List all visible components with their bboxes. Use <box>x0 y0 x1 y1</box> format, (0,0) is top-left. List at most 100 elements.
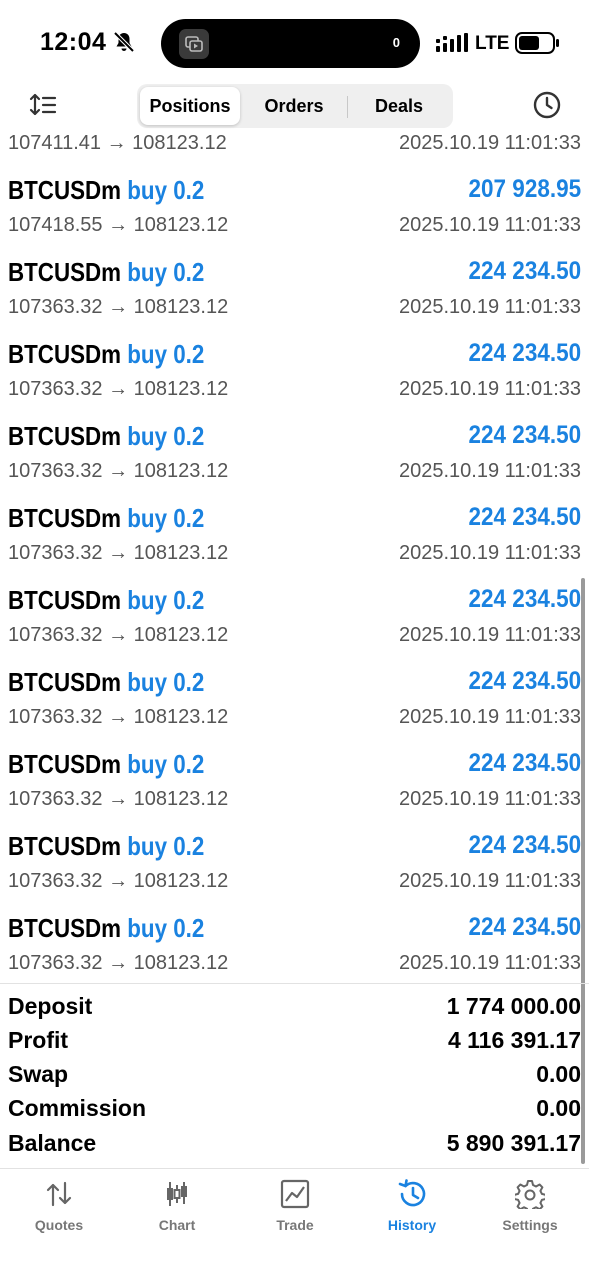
summary-row-commission: Commission 0.00 <box>0 1090 589 1124</box>
deal-title: BTCUSDm buy 0.2 <box>8 257 204 288</box>
island-count: 0 <box>392 35 400 50</box>
deal-symbol: BTCUSDm <box>8 667 122 697</box>
summary-row-balance: Balance 5 890 391.17 <box>0 1125 589 1159</box>
deal-direction: buy 0.2 <box>127 175 205 205</box>
quotes-icon <box>46 1181 72 1207</box>
list-item[interactable]: BTCUSDm buy 0.2 224 234.50 107363.32 → 1… <box>0 214 589 318</box>
summary-label: Profit <box>8 1027 69 1053</box>
summary-label: Balance <box>8 1130 97 1156</box>
deal-direction: buy 0.2 <box>127 667 205 697</box>
deal-symbol: BTCUSDm <box>8 831 122 861</box>
clock-icon[interactable] <box>532 90 562 120</box>
deal-title: BTCUSDm buy 0.2 <box>8 749 204 780</box>
deal-profit: 224 234.50 <box>468 585 581 613</box>
nav-item-history[interactable]: History <box>353 1169 471 1249</box>
deal-direction: buy 0.2 <box>127 339 205 369</box>
deal-title: BTCUSDm buy 0.2 <box>8 831 204 862</box>
battery-icon <box>515 32 559 54</box>
deal-title: BTCUSDm buy 0.2 <box>8 667 204 698</box>
nav-item-trade[interactable]: Trade <box>236 1169 354 1249</box>
deal-prices: 107363.32 → 108123.12 <box>8 952 229 974</box>
settings-icon <box>515 1180 545 1209</box>
deal-profit: 224 234.50 <box>468 339 581 367</box>
nav-item-settings[interactable]: Settings <box>471 1169 589 1249</box>
list-item[interactable]: BTCUSDm buy 0.2 224 234.50 107363.32 → 1… <box>0 870 589 974</box>
history-toolbar: Positions Orders Deals <box>0 78 589 132</box>
status-time: 12:04 <box>40 28 107 56</box>
deal-direction: buy 0.2 <box>127 913 205 943</box>
summary-value: 4 116 391.17 <box>447 1027 581 1053</box>
deal-symbol: BTCUSDm <box>8 257 122 287</box>
deal-title: BTCUSDm buy 0.2 <box>8 339 204 370</box>
trade-icon <box>280 1179 310 1209</box>
deal-title: BTCUSDm buy 0.2 <box>8 503 204 534</box>
list-item[interactable]: BTCUSDm buy 0.2 224 234.50 107363.32 → 1… <box>0 296 589 400</box>
deal-direction: buy 0.2 <box>127 585 205 615</box>
deal-symbol: BTCUSDm <box>8 421 122 451</box>
deal-direction: buy 0.2 <box>127 749 205 779</box>
nav-item-quotes[interactable]: Quotes <box>0 1169 118 1249</box>
deal-profit: 224 234.50 <box>468 667 581 695</box>
nav-label: History <box>387 1217 437 1233</box>
list-item[interactable]: BTCUSDm buy 0.2 224 234.50 107363.32 → 1… <box>0 624 589 728</box>
screen-mirror-icon <box>179 29 209 59</box>
deal-symbol: BTCUSDm <box>8 339 122 369</box>
list-item[interactable]: BTCUSDm buy 0.2 224 234.50 107363.32 → 1… <box>0 378 589 482</box>
summary-row-deposit: Deposit 1 774 000.00 <box>0 988 589 1022</box>
nav-item-chart[interactable]: Chart <box>118 1169 236 1249</box>
nav-label: Quotes <box>34 1217 84 1233</box>
status-bar: 12:04 0 LTE <box>0 0 589 78</box>
deal-symbol: BTCUSDm <box>8 175 122 205</box>
deal-title: BTCUSDm buy 0.2 <box>8 913 204 944</box>
history-icon <box>398 1179 426 1207</box>
summary-value: 0.00 <box>536 1061 581 1087</box>
tab-positions[interactable]: Positions <box>140 87 240 125</box>
bottom-nav: Quotes Chart Trade History Settings <box>0 1169 589 1280</box>
summary-row-profit: Profit 4 116 391.17 <box>0 1022 589 1056</box>
deal-profit: 224 234.50 <box>468 421 581 449</box>
list-item[interactable]: BTCUSDm buy 0.2 224 234.50 107363.32 → 1… <box>0 460 589 564</box>
summary-value: 5 890 391.17 <box>446 1130 581 1156</box>
list-item[interactable]: BTCUSDm buy 0.2 224 234.50 107363.32 → 1… <box>0 788 589 892</box>
deal-symbol: BTCUSDm <box>8 585 122 615</box>
deal-profit: 224 234.50 <box>468 257 581 285</box>
tab-deals[interactable]: Deals <box>349 87 449 125</box>
nav-label: Settings <box>502 1217 558 1233</box>
list-item[interactable]: BTCUSDm buy 0.2 207 928.95 107418.55 → 1… <box>0 132 589 236</box>
sort-icon[interactable] <box>29 92 57 118</box>
network-type: LTE <box>475 33 510 54</box>
deal-profit: 224 234.50 <box>468 831 581 859</box>
deal-profit: 224 234.50 <box>468 749 581 777</box>
summary-label: Deposit <box>8 993 93 1019</box>
deal-direction: buy 0.2 <box>127 257 205 287</box>
deal-time: 2025.10.19 11:01:33 <box>398 952 581 974</box>
deal-direction: buy 0.2 <box>127 503 205 533</box>
deal-symbol: BTCUSDm <box>8 749 122 779</box>
deal-direction: buy 0.2 <box>127 831 205 861</box>
summary-divider <box>0 983 589 984</box>
summary-row-swap: Swap 0.00 <box>0 1056 589 1090</box>
deal-symbol: BTCUSDm <box>8 503 122 533</box>
chart-icon <box>167 1182 187 1206</box>
history-segment-control: Positions Orders Deals <box>137 84 453 128</box>
deal-direction: buy 0.2 <box>127 421 205 451</box>
bell-slash-icon <box>113 31 135 53</box>
summary-label: Swap <box>8 1061 69 1087</box>
deal-profit: 224 234.50 <box>468 913 581 941</box>
deal-symbol: BTCUSDm <box>8 913 122 943</box>
deals-list[interactable]: 107411.41 → 108123.12 2025.10.19 11:01:3… <box>0 132 589 982</box>
list-item[interactable]: BTCUSDm buy 0.2 224 234.50 107363.32 → 1… <box>0 542 589 646</box>
deal-title: BTCUSDm buy 0.2 <box>8 421 204 452</box>
deal-profit: 224 234.50 <box>468 503 581 531</box>
tab-orders[interactable]: Orders <box>243 87 345 125</box>
deal-profit: 207 928.95 <box>468 175 581 203</box>
list-item[interactable]: BTCUSDm buy 0.2 224 234.50 107363.32 → 1… <box>0 706 589 810</box>
deal-title: BTCUSDm buy 0.2 <box>8 585 204 616</box>
segment-divider <box>347 96 348 118</box>
summary-value: 1 774 000.00 <box>446 993 581 1019</box>
signal-icon <box>436 33 468 52</box>
deal-title: BTCUSDm buy 0.2 <box>8 175 204 206</box>
nav-label: Trade <box>276 1217 314 1233</box>
summary-value: 0.00 <box>536 1095 581 1121</box>
nav-label: Chart <box>158 1217 196 1233</box>
